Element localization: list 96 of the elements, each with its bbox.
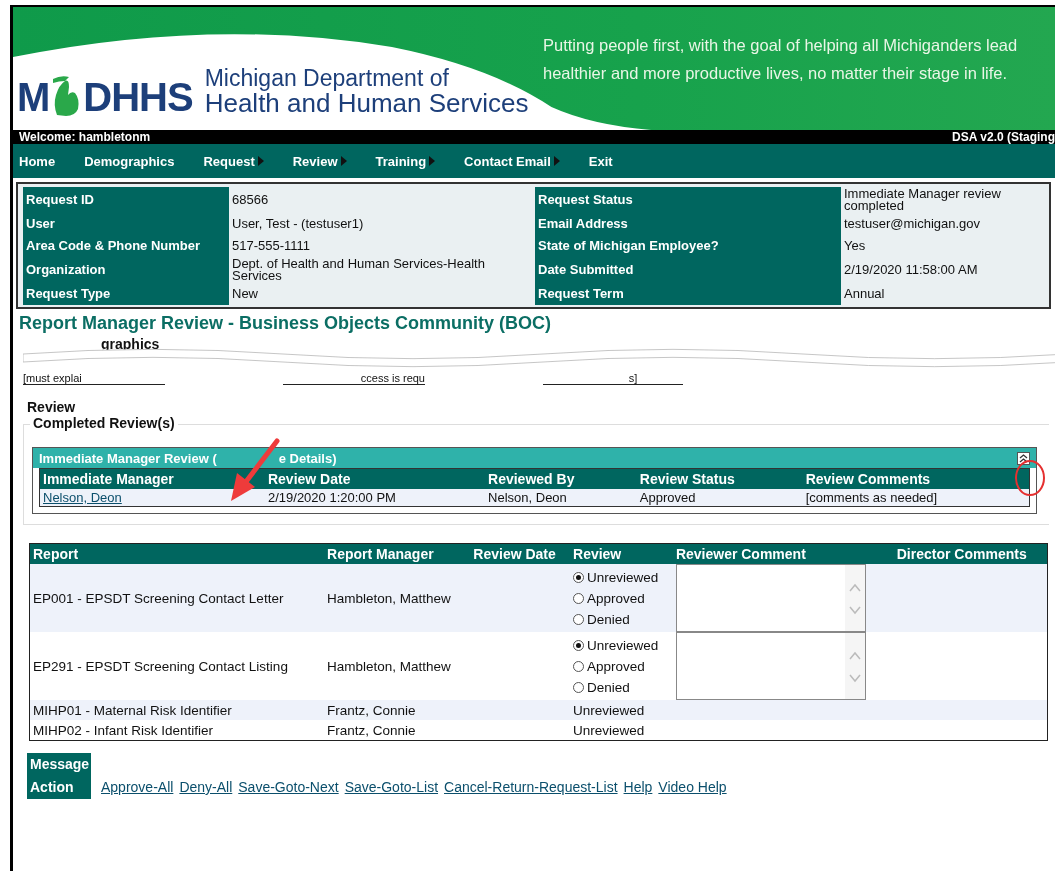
radio-label: Denied (587, 611, 630, 627)
department-name: Michigan Department of (204, 67, 450, 90)
michigan-mitten-icon (51, 75, 82, 117)
section-heading: graphics (101, 336, 160, 352)
table-cell: Nelson, Deon (485, 489, 637, 507)
nav-item[interactable]: Demographics (84, 153, 175, 169)
nav-item[interactable]: Exit (588, 153, 613, 169)
column-header: Immediate Manager (39, 468, 265, 489)
radio-label: Unreviewed (587, 637, 659, 653)
comment-field[interactable] (675, 564, 866, 632)
department-name: Health and Human Services (204, 90, 529, 117)
radio-button[interactable] (573, 660, 584, 672)
table-cell: MIHP02 - Infant Risk Identifier (29, 720, 325, 741)
welcome-text: Welcome: hambletonm (19, 130, 151, 144)
action-link[interactable]: Deny-All (179, 779, 233, 799)
field-label: Organization (23, 257, 229, 283)
nav-item[interactable]: Contact Email (464, 153, 560, 169)
column-header: Director Comments (893, 543, 1048, 564)
column-header: Reviewed By (485, 468, 637, 489)
column-header: Review Status (636, 468, 803, 489)
action-link[interactable]: Approve-All (101, 779, 174, 799)
section-heading: Review (27, 399, 77, 415)
action-link[interactable]: Help (623, 779, 653, 799)
column-header: Review Comments (802, 468, 1030, 489)
field-value: Dept. of Health and Human Services-Health Services (229, 257, 535, 283)
text-fragment: [must explai (23, 372, 165, 385)
field-label: Request Type (23, 283, 229, 305)
action-label: Message (29, 755, 91, 774)
collapse-icon[interactable] (1017, 451, 1030, 465)
field-value: Yes (841, 235, 1044, 257)
table-cell: 2/19/2020 1:20:00 PM (264, 489, 486, 507)
group-heading: Completed Review(s) (30, 415, 178, 431)
field-label: Date Submitted (535, 257, 841, 283)
radio-label: Unreviewed (587, 569, 659, 585)
field-label: Request Term (535, 283, 841, 305)
page-title: Report Manager Review - Business Objects Community (BOC) (19, 313, 553, 334)
action-label: Action (29, 778, 75, 797)
column-header: Review Date (264, 468, 486, 489)
table-cell: Unreviewed (570, 700, 673, 720)
action-link[interactable]: Cancel-Return-Request-List (444, 779, 618, 799)
radio-button[interactable] (573, 592, 584, 604)
nav-item[interactable]: Review (292, 153, 347, 169)
column-header: Review (570, 543, 673, 564)
table-cell: Unreviewed (570, 720, 673, 741)
field-label: Email Address (535, 213, 841, 235)
radio-button[interactable] (573, 613, 584, 625)
field-value: 68566 (229, 187, 535, 213)
table-cell: MIHP01 - Maternal Risk Identifier (29, 700, 325, 720)
logo-text: DHHS (83, 77, 193, 117)
version-text: DSA v2.0 (Staging (952, 130, 1055, 144)
table-cell: EP291 - EPSDT Screening Contact Listing (29, 632, 325, 700)
column-header: Report Manager (324, 543, 471, 564)
logo-text: M (17, 77, 50, 117)
table-cell: [comments as needed] (802, 489, 1030, 507)
field-value: testuser@michigan.gov (841, 213, 1044, 235)
field-label: Request ID (23, 187, 229, 213)
radio-button[interactable] (573, 681, 584, 693)
field-value: Annual (841, 283, 1044, 305)
field-value: User, Test - (testuser1) (229, 213, 535, 235)
radio-button[interactable] (573, 571, 584, 583)
action-link[interactable]: Save-Goto-List (344, 779, 439, 799)
table-cell: Frantz, Connie (324, 700, 471, 720)
scrollbar[interactable] (844, 565, 865, 631)
field-value: New (229, 283, 535, 305)
table-cell: Frantz, Connie (324, 720, 471, 741)
nav-item[interactable]: Request (203, 153, 264, 169)
radio-label: Approved (587, 590, 645, 606)
radio-label: Denied (587, 679, 630, 695)
nav-item[interactable]: Home (19, 153, 56, 169)
column-header: Review Date (470, 543, 570, 564)
action-link[interactable]: Save-Goto-Next (238, 779, 339, 799)
table-cell: EP001 - EPSDT Screening Contact Letter (29, 564, 325, 632)
field-value: Immediate Manager review completed (841, 187, 1044, 213)
comment-field[interactable] (675, 632, 866, 700)
table-cell: Hambleton, Matthew (324, 632, 471, 700)
action-link[interactable]: Video Help (658, 779, 727, 799)
field-label: State of Michigan Employee? (535, 235, 841, 257)
column-header: Reviewer Comment (672, 543, 894, 564)
field-label: Request Status (535, 187, 841, 213)
radio-label: Approved (587, 658, 645, 674)
text-fragment: ccess is requ (283, 372, 425, 385)
field-label: Area Code & Phone Number (23, 235, 229, 257)
nav-item[interactable]: Training (375, 153, 436, 169)
field-value: 517-555-1111 (229, 235, 535, 257)
tagline: Putting people first, with the goal of helping all Michiganders lead healthier and more productive lives, no matter their stage in life. (543, 35, 1019, 84)
radio-button[interactable] (573, 639, 584, 651)
field-value: 2/19/2020 11:58:00 AM (841, 257, 1044, 283)
panel-title: Immediate Manager Review ( (39, 450, 217, 466)
text-fragment: s] (543, 372, 683, 385)
table-cell: Hambleton, Matthew (324, 564, 471, 632)
field-label: User (23, 213, 229, 235)
annotation-circle (1014, 459, 1046, 497)
scrollbar[interactable] (844, 633, 865, 699)
column-header: Report (29, 543, 325, 564)
table-cell: Approved (636, 489, 803, 507)
panel-title: e Details) (278, 450, 337, 466)
